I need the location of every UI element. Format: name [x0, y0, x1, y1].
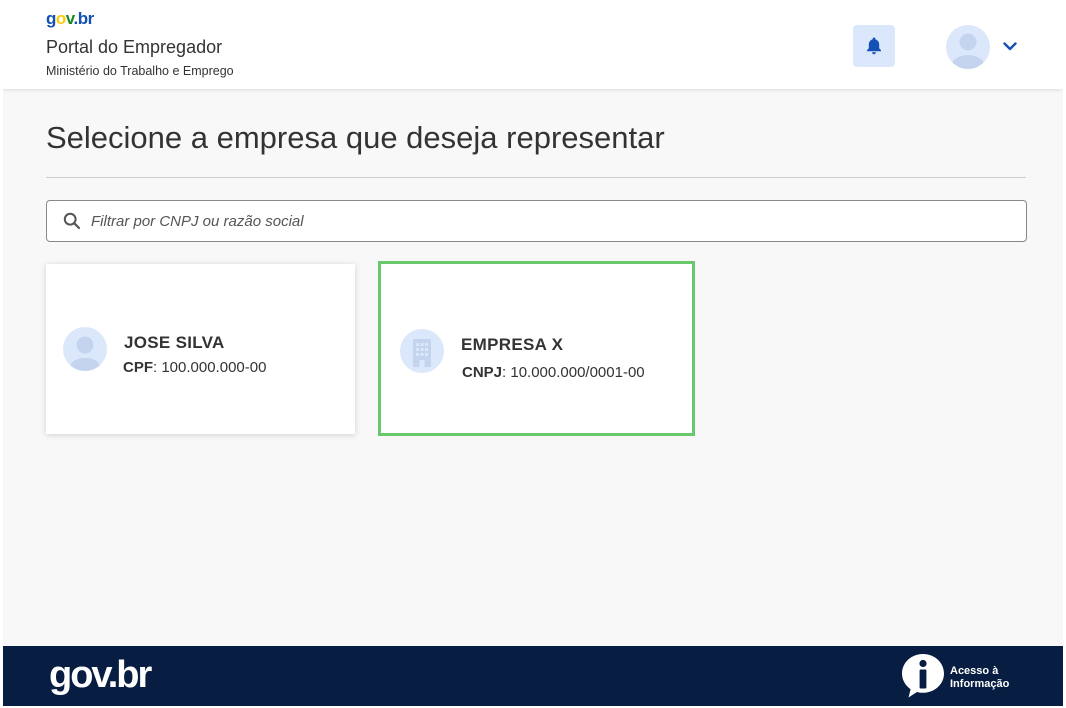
- portal-subtitle: Ministério do Trabalho e Emprego: [46, 64, 234, 78]
- card-document: CPF: 100.000.000-00: [123, 359, 266, 376]
- acesso-informacao-link[interactable]: Acesso à Informação: [900, 652, 1030, 700]
- acesso-informacao-text: Acesso à Informação: [950, 665, 1030, 691]
- card-avatar: [63, 327, 107, 371]
- card-avatar: [400, 329, 444, 373]
- search-field[interactable]: [46, 200, 1027, 242]
- info-icon: [902, 654, 944, 698]
- search-icon: [63, 212, 81, 230]
- company-card-empresa-x[interactable]: EMPRESA X CNPJ: 10.000.000/0001-00: [378, 261, 695, 436]
- doc-value: : 100.000.000-00: [153, 359, 267, 376]
- chevron-down-icon[interactable]: [1001, 37, 1019, 55]
- logo-br: .br: [73, 9, 94, 28]
- search-input[interactable]: [91, 212, 991, 230]
- user-avatar-icon: [952, 33, 984, 69]
- card-name: EMPRESA X: [461, 335, 564, 354]
- page-frame: gov.br Portal do Empregador Ministério d…: [3, 0, 1063, 706]
- header: gov.br Portal do Empregador Ministério d…: [3, 0, 1063, 89]
- building-icon: [413, 339, 431, 367]
- person-icon: [70, 336, 100, 371]
- doc-value: : 10.000.000/0001-00: [502, 364, 645, 381]
- logo-g: g: [46, 9, 56, 28]
- title-divider: [46, 177, 1026, 178]
- company-card-jose-silva[interactable]: JOSE SILVA CPF: 100.000.000-00: [46, 264, 355, 434]
- footer: gov.br Acesso à Informação: [3, 646, 1063, 706]
- portal-title: Portal do Empregador: [46, 37, 223, 57]
- notifications-button[interactable]: [853, 25, 895, 67]
- page-title: Selecione a empresa que deseja represent…: [46, 120, 665, 155]
- doc-label: CPF: [123, 359, 153, 376]
- acesso-line1: Acesso à: [950, 665, 999, 677]
- logo-o: o: [55, 9, 66, 28]
- acesso-line2: Informação: [950, 678, 1010, 690]
- govbr-logo[interactable]: gov.br: [46, 10, 94, 28]
- doc-label: CNPJ: [462, 364, 503, 381]
- footer-govbr-logo[interactable]: gov.br: [49, 654, 152, 697]
- card-document: CNPJ: 10.000.000/0001-00: [462, 364, 645, 381]
- card-name: JOSE SILVA: [124, 333, 225, 352]
- user-avatar-button[interactable]: [946, 25, 990, 69]
- bell-icon: [867, 37, 881, 55]
